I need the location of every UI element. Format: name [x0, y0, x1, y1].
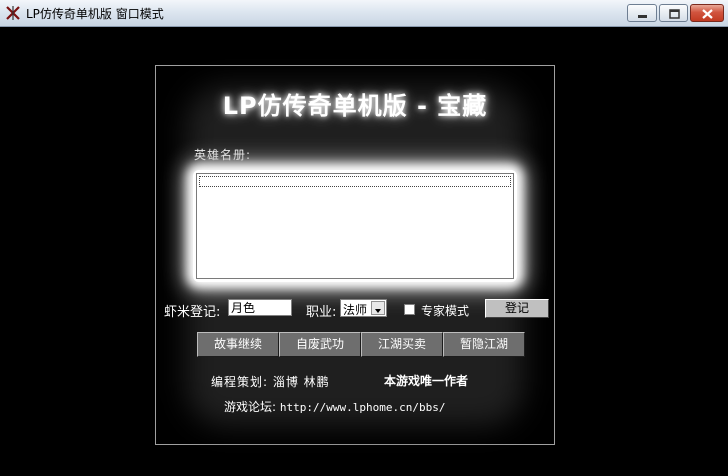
hero-name-input[interactable] [228, 299, 292, 316]
minimize-button[interactable] [627, 4, 657, 22]
game-title: LP仿传奇单机版 - 宝藏 [222, 92, 488, 120]
trade-button[interactable]: 江湖买卖 [361, 332, 443, 357]
login-panel: LP仿传奇单机版 - 宝藏 英雄名册: 虾米登记: 职业: 法师 专家模式 登记… [155, 65, 555, 445]
window-title: LP仿传奇单机版 窗口模式 [26, 7, 164, 21]
close-button[interactable] [690, 4, 724, 22]
maximize-button[interactable] [659, 4, 688, 22]
job-select-value: 法师 [343, 303, 368, 317]
job-label: 职业: [306, 305, 337, 320]
name-label: 虾米登记: [164, 305, 221, 320]
expert-mode-label: 专家模式 [421, 304, 470, 318]
chevron-down-icon[interactable] [371, 301, 385, 315]
author-slogan: 本游戏唯一作者 [384, 374, 469, 388]
game-client-area: LP仿传奇单机版 - 宝藏 英雄名册: 虾米登记: 职业: 法师 专家模式 登记… [0, 27, 728, 476]
app-icon [5, 5, 21, 21]
window-titlebar[interactable]: LP仿传奇单机版 窗口模式 [0, 0, 728, 27]
forum-line: 游戏论坛: http://www.lphome.cn/bbs/ [224, 398, 445, 415]
register-button[interactable]: 登记 [485, 299, 549, 318]
expert-mode-checkbox[interactable] [404, 304, 415, 315]
retire-button[interactable]: 暂隐江湖 [443, 332, 525, 357]
abandon-skills-button[interactable]: 自废武功 [279, 332, 361, 357]
continue-story-button[interactable]: 故事继续 [197, 332, 279, 357]
job-select[interactable]: 法师 [340, 299, 387, 317]
roster-label: 英雄名册: [194, 148, 252, 162]
list-item[interactable] [199, 176, 511, 187]
forum-link[interactable]: http://www.lphome.cn/bbs/ [280, 401, 446, 414]
forum-label: 游戏论坛: [224, 400, 277, 414]
credit-text: 编程策划: 淄博 林鹏 [211, 375, 330, 389]
hero-roster-list[interactable] [196, 173, 514, 279]
